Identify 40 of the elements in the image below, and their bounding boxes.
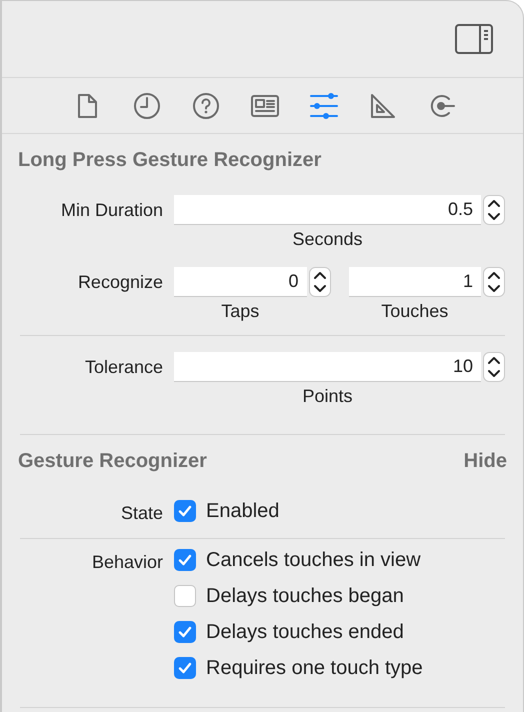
field-label: Behavior (90, 551, 163, 574)
clock-icon (132, 92, 160, 120)
checkbox-label: Delays touches began (206, 584, 404, 609)
checkbox[interactable] (174, 621, 196, 643)
number-field[interactable]: 0.5 (174, 195, 481, 225)
stepper-icon[interactable] (483, 267, 505, 297)
inspector-tab[interactable] (308, 90, 338, 120)
number-field[interactable]: 10 (174, 352, 481, 382)
checkbox[interactable] (174, 549, 196, 571)
section-title: Long Press Gesture Recognizer (18, 148, 322, 173)
checkbox[interactable] (174, 657, 196, 679)
stepper-icon[interactable] (308, 267, 330, 297)
field-label: State (120, 502, 163, 525)
field-caption: Points (302, 385, 354, 408)
id-card-icon (250, 94, 278, 118)
checkbox-label: Requires one touch type (206, 656, 423, 681)
field-label: Recognize (76, 271, 163, 294)
sliders-icon (310, 92, 338, 118)
hide-link[interactable]: Hide (464, 446, 507, 476)
checkbox[interactable] (174, 585, 196, 607)
stepper-icon[interactable] (483, 195, 505, 225)
help-icon (192, 92, 220, 120)
sidebar-toggle-icon[interactable] (455, 24, 493, 54)
field-caption: Taps (221, 300, 260, 323)
ruler-icon (370, 92, 396, 118)
section-title: Gesture Recognizer (18, 449, 207, 474)
inspector-tab[interactable] (132, 90, 162, 120)
checkbox-label: Enabled (206, 499, 280, 524)
field-caption: Seconds (292, 228, 364, 251)
stepper-icon[interactable] (483, 352, 505, 382)
field-label: Tolerance (84, 356, 163, 379)
document-icon (76, 92, 98, 118)
checkbox-label: Delays touches ended (206, 620, 404, 645)
inspector-tab[interactable] (190, 90, 220, 120)
number-field[interactable]: 0 (174, 267, 306, 297)
field-label: Min Duration (60, 199, 163, 222)
checkbox[interactable] (174, 500, 196, 522)
checkbox-label: Cancels touches in view (206, 548, 421, 573)
field-caption: Touches (381, 300, 450, 323)
number-field[interactable]: 1 (348, 267, 481, 297)
